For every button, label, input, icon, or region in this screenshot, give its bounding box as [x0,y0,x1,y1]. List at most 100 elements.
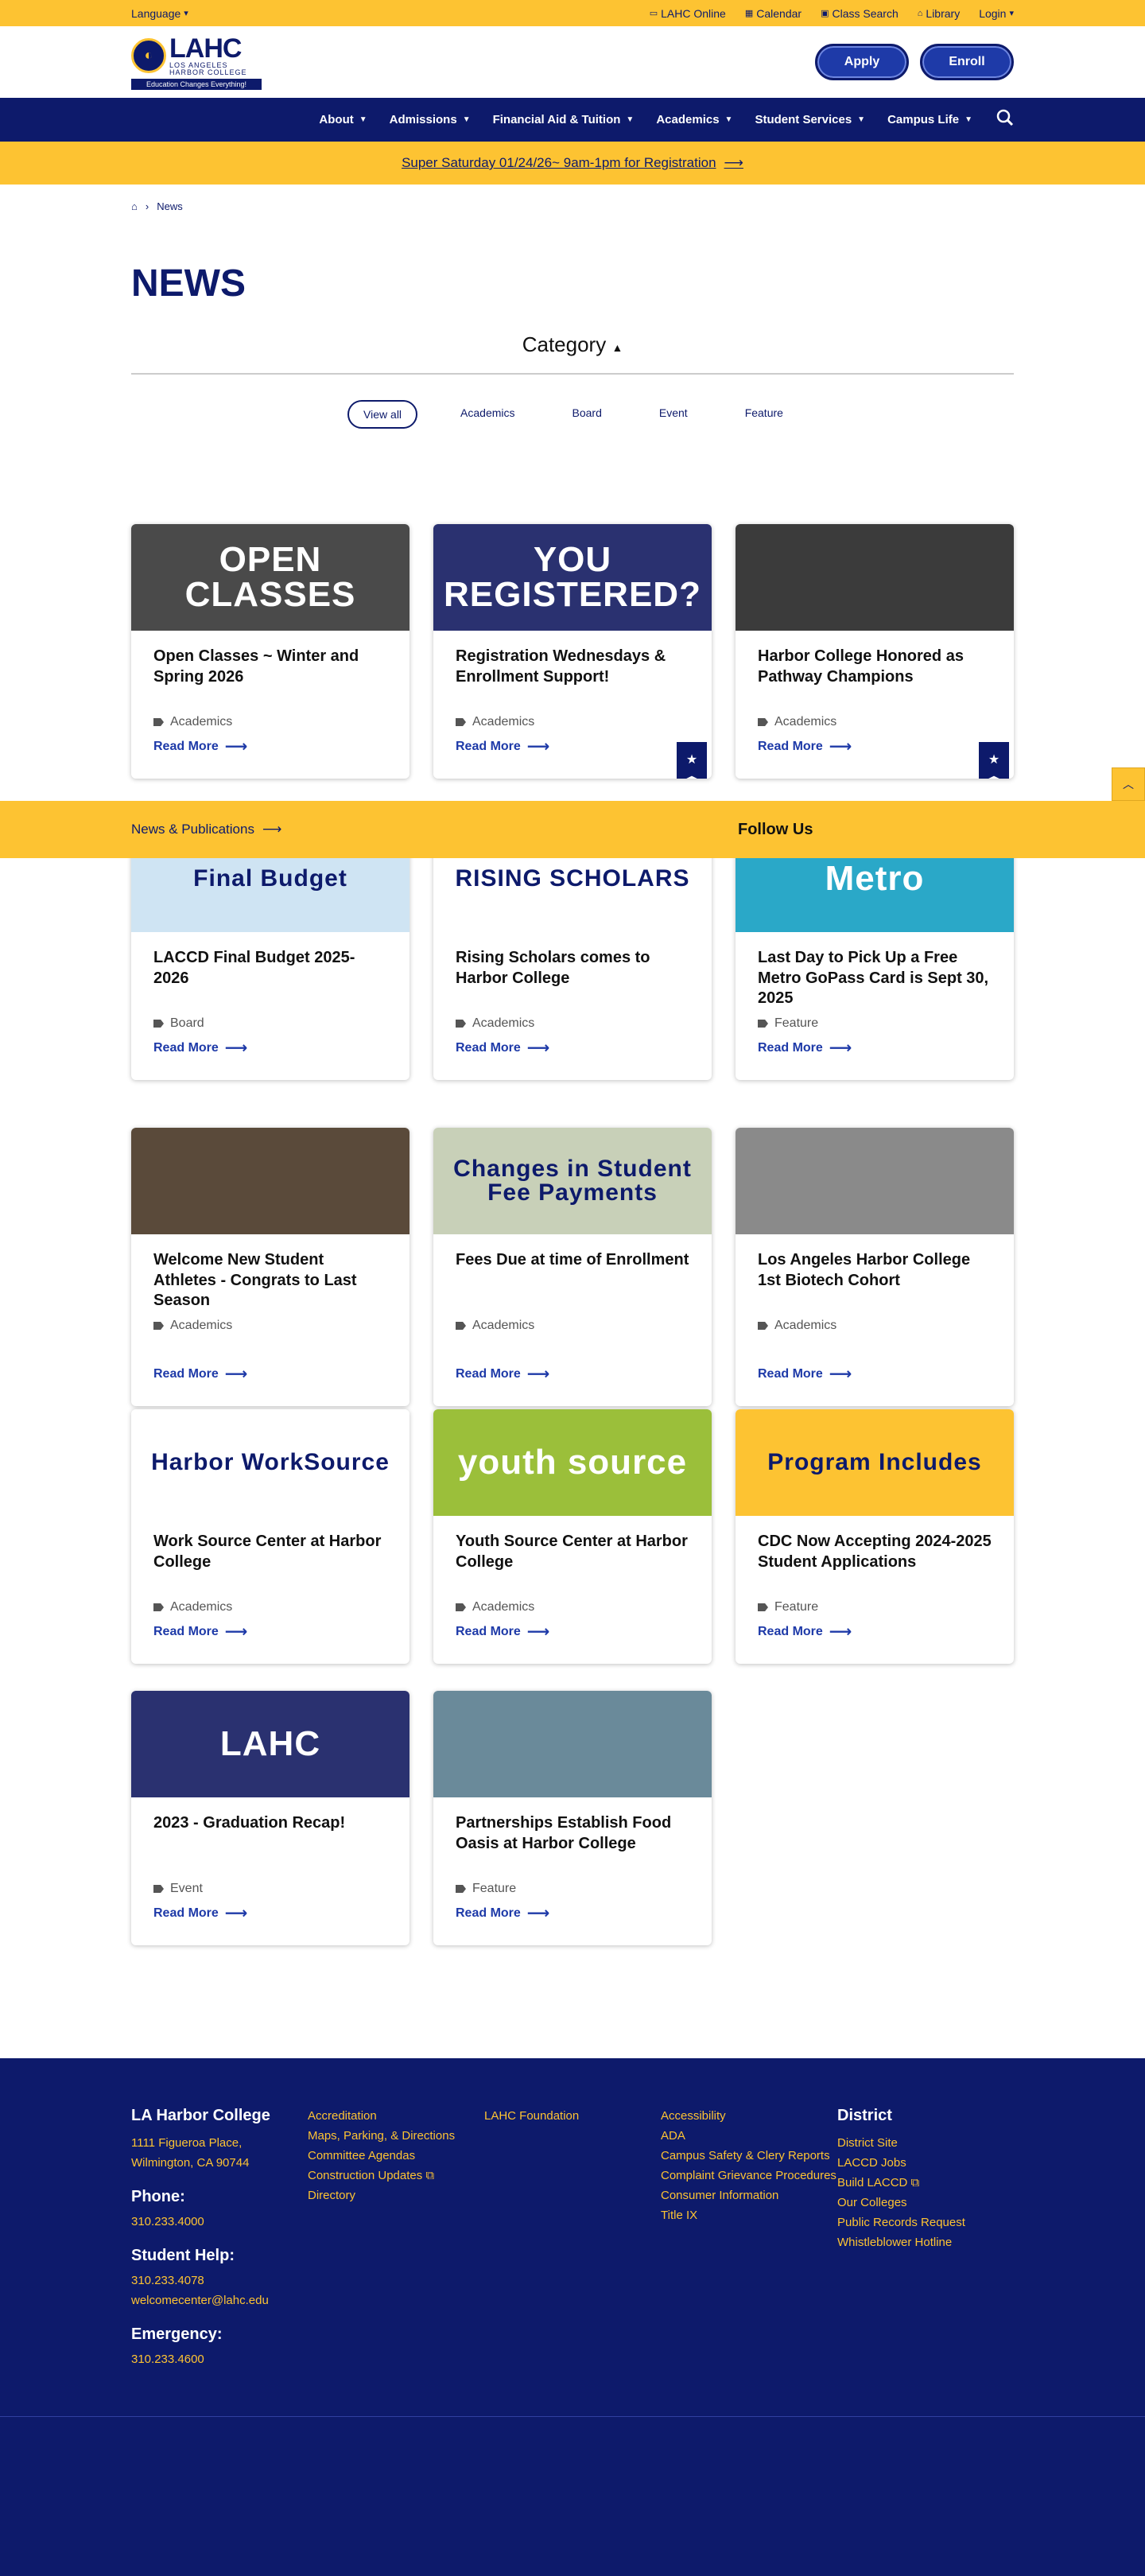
news-card-image[interactable]: Program Includes [736,1409,1014,1516]
news-card-title[interactable]: Los Angeles Harbor College 1st Biotech C… [758,1250,992,1311]
home-icon[interactable]: ⌂ [131,200,138,212]
read-more-link[interactable]: Read More ⟶ [456,1903,549,1923]
footer-link[interactable]: Our Colleges [837,2193,1014,2213]
read-more-link[interactable]: Read More ⟶ [153,1038,247,1058]
footer-phone[interactable]: 310.233.4000 [131,2212,308,2232]
news-card-image[interactable]: OPEN CLASSES [131,524,409,631]
class-search-link[interactable]: ▣ Class Search [821,7,899,20]
footer-emergency-phone[interactable]: 310.233.4600 [131,2349,308,2369]
announcement-banner[interactable]: Super Saturday 01/24/26~ 9am-1pm for Reg… [0,142,1145,185]
language-selector[interactable]: Language ▾ [131,7,188,20]
apply-button[interactable]: Apply [815,44,909,80]
footer-link[interactable]: Whistleblower Hotline [837,2232,1014,2252]
read-more-link[interactable]: Read More ⟶ [758,736,852,756]
news-card[interactable]: Welcome New Student Athletes - Congrats … [131,1128,409,1406]
filter-event[interactable]: Event [645,400,702,429]
read-more-link[interactable]: Read More ⟶ [153,1903,247,1923]
news-card[interactable]: YOU REGISTERED? Registration Wednesdays &… [433,524,712,779]
nav-campus-life[interactable]: Campus Life ▼ [887,113,972,126]
footer-link[interactable]: LAHC Foundation [484,2106,661,2126]
news-card-image[interactable]: LAHC [131,1691,409,1797]
calendar-link[interactable]: ▦ Calendar [745,7,802,20]
nav-student-services[interactable]: Student Services ▼ [755,113,865,126]
footer-link[interactable]: Title IX [661,2205,837,2225]
news-card-image[interactable]: youth source [433,1409,712,1516]
footer-link[interactable]: Accessibility [661,2106,837,2126]
footer-link[interactable]: Public Records Request [837,2213,1014,2232]
read-more-link[interactable]: Read More ⟶ [153,1622,247,1642]
news-card-title[interactable]: Registration Wednesdays & Enrollment Sup… [456,647,689,707]
search-icon[interactable] [996,109,1014,131]
read-more-link[interactable]: Read More ⟶ [456,736,549,756]
read-more-link[interactable]: Read More ⟶ [758,1038,852,1058]
filter-feature[interactable]: Feature [731,400,798,429]
news-card[interactable]: Harbor College Honored as Pathway Champi… [736,524,1014,779]
news-card-title[interactable]: Partnerships Establish Food Oasis at Har… [456,1813,689,1874]
news-card[interactable]: Final Budget LACCD Final Budget 2025-2026… [131,826,409,1080]
filter-board[interactable]: Board [558,400,616,429]
news-card[interactable]: Metro Last Day to Pick Up a Free Metro Go… [736,826,1014,1080]
news-card-image[interactable] [433,1691,712,1797]
filter-view-all[interactable]: View all [347,400,418,429]
news-card-title[interactable]: CDC Now Accepting 2024-2025 Student Appl… [758,1532,992,1592]
news-card-title[interactable]: 2023 - Graduation Recap! [153,1813,387,1874]
footer-help-phone[interactable]: 310.233.4078 [131,2271,308,2290]
read-more-link[interactable]: Read More ⟶ [456,1364,549,1384]
nav-admissions[interactable]: Admissions ▼ [390,113,471,126]
news-card-image[interactable]: YOU REGISTERED? [433,524,712,631]
back-to-top-button[interactable]: ︿ [1112,767,1145,801]
news-card[interactable]: Changes in Student Fee Payments Fees Due … [433,1128,712,1406]
news-card[interactable]: RISING SCHOLARS Rising Scholars comes to … [433,826,712,1080]
footer-link[interactable]: LACCD Jobs [837,2153,1014,2173]
college-logo[interactable]: ◐ LAHC LOS ANGELES HARBOR COLLEGE Educat… [131,35,262,90]
nav-financial-aid[interactable]: Financial Aid & Tuition ▼ [493,113,635,126]
news-publications-link[interactable]: News & Publications ⟶ [131,822,738,837]
login-link[interactable]: Login ▾ [979,7,1014,20]
news-card-image[interactable]: Harbor WorkSource [131,1409,409,1516]
footer-link[interactable]: Construction Updates ⧉ [308,2166,484,2186]
footer-link[interactable]: Build LACCD ⧉ [837,2173,1014,2193]
footer-help-email[interactable]: welcomecenter@lahc.edu [131,2290,308,2310]
news-card-title[interactable]: Last Day to Pick Up a Free Metro GoPass … [758,948,992,1008]
footer-link[interactable]: District Site [837,2133,1014,2153]
news-card-image[interactable] [736,524,1014,631]
news-card-title[interactable]: Work Source Center at Harbor College [153,1532,387,1592]
news-card[interactable]: OPEN CLASSES Open Classes ~ Winter and Sp… [131,524,409,779]
news-card[interactable]: LAHC 2023 - Graduation Recap! Event Read Mo… [131,1691,409,1945]
read-more-link[interactable]: Read More ⟶ [758,1364,852,1384]
read-more-link[interactable]: Read More ⟶ [456,1038,549,1058]
footer-link[interactable]: Committee Agendas [308,2146,484,2166]
news-card[interactable]: Harbor WorkSource Work Source Center at H… [131,1409,409,1664]
read-more-link[interactable]: Read More ⟶ [153,736,247,756]
news-card-title[interactable]: Open Classes ~ Winter and Spring 2026 [153,647,387,707]
read-more-link[interactable]: Read More ⟶ [456,1622,549,1642]
filter-academics[interactable]: Academics [446,400,529,429]
news-card-title[interactable]: Youth Source Center at Harbor College [456,1532,689,1592]
footer-link[interactable]: ADA [661,2126,837,2146]
news-card[interactable]: youth source Youth Source Center at Harbo… [433,1409,712,1664]
enroll-button[interactable]: Enroll [920,44,1014,80]
news-card-image[interactable] [736,1128,1014,1234]
footer-link[interactable]: Accreditation [308,2106,484,2126]
news-card-title[interactable]: LACCD Final Budget 2025-2026 [153,948,387,1008]
news-card-title[interactable]: Welcome New Student Athletes - Congrats … [153,1250,387,1311]
nav-about[interactable]: About ▼ [319,113,367,126]
footer-link[interactable]: Complaint Grievance Procedures [661,2166,837,2186]
read-more-link[interactable]: Read More ⟶ [153,1364,247,1384]
lahc-online-link[interactable]: ▭ LAHC Online [650,7,726,20]
footer-link[interactable]: Campus Safety & Clery Reports [661,2146,837,2166]
footer-link[interactable]: Directory [308,2186,484,2205]
news-card-image[interactable]: Changes in Student Fee Payments [433,1128,712,1234]
news-card[interactable]: Los Angeles Harbor College 1st Biotech C… [736,1128,1014,1406]
nav-academics[interactable]: Academics ▼ [656,113,732,126]
category-toggle[interactable]: Category ▲ [131,332,1014,375]
news-card-title[interactable]: Fees Due at time of Enrollment [456,1250,689,1311]
read-more-link[interactable]: Read More ⟶ [758,1622,852,1642]
news-card-image[interactable] [131,1128,409,1234]
news-card-title[interactable]: Harbor College Honored as Pathway Champi… [758,647,992,707]
footer-link[interactable]: Maps, Parking, & Directions [308,2126,484,2146]
news-card[interactable]: Program Includes CDC Now Accepting 2024-2… [736,1409,1014,1664]
library-link[interactable]: ⌂ Library [918,7,960,20]
footer-link[interactable]: Consumer Information [661,2186,837,2205]
news-card[interactable]: Partnerships Establish Food Oasis at Har… [433,1691,712,1945]
